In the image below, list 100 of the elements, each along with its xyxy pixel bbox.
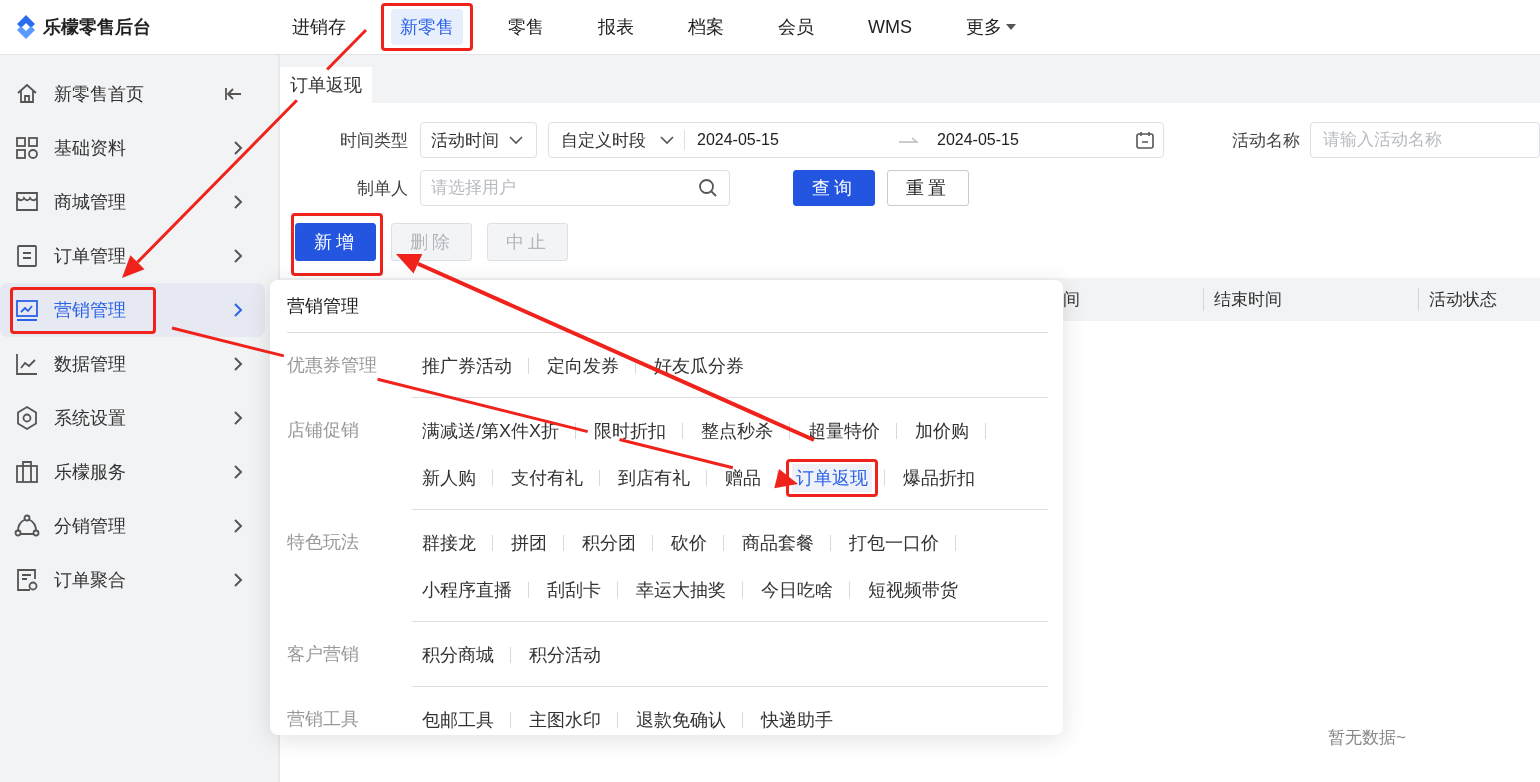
menu-title: 营销管理 — [287, 295, 359, 318]
range-mode-select[interactable]: 自定义时段 — [549, 130, 685, 150]
sidebar-label: 营销管理 — [54, 299, 126, 322]
sidebar-item[interactable]: 商城管理 — [0, 175, 265, 229]
sidebar-item[interactable]: 新零售首页 — [0, 67, 265, 121]
sidebar-label: 分销管理 — [54, 515, 126, 538]
menu-link[interactable]: 主图水印 — [525, 706, 605, 734]
search-icon — [698, 178, 718, 198]
menu-link[interactable]: 推广券活动 — [418, 352, 516, 380]
sidebar-item[interactable]: 订单聚合 — [0, 553, 265, 607]
chevron-right-icon — [233, 356, 243, 372]
menu-link[interactable]: 包邮工具 — [418, 706, 498, 734]
sidebar-label: 乐檬服务 — [54, 461, 126, 484]
chevron-right-icon — [233, 410, 243, 426]
chevron-right-icon — [233, 302, 243, 318]
chevron-right-icon — [233, 572, 243, 588]
chevron-down-icon — [509, 135, 523, 145]
sidebar-item[interactable]: 基础资料 — [0, 121, 265, 175]
field-label: 活动名称 — [1231, 129, 1300, 152]
grid-icon — [14, 135, 40, 161]
menu-link[interactable]: 退款免确认 — [632, 706, 730, 734]
menu-link[interactable]: 支付有礼 — [507, 464, 587, 492]
briefcase-icon — [14, 459, 40, 485]
sidebar-label: 基础资料 — [54, 137, 126, 160]
menu-link[interactable]: 加价购 — [911, 417, 973, 445]
action-button[interactable]: 新增 — [295, 223, 376, 261]
group-label: 客户营销 — [287, 643, 360, 666]
menu-link[interactable]: 打包一口价 — [845, 529, 943, 557]
chevron-right-icon — [233, 464, 243, 480]
menu-link[interactable]: 幸运大抽奖 — [632, 576, 730, 604]
nav-tab[interactable]: 进销存 — [283, 9, 355, 45]
end-date: 2024-05-15 — [937, 131, 1020, 149]
menu-link[interactable]: 订单返现 — [792, 464, 872, 492]
page-tab[interactable]: 订单返现 — [280, 67, 372, 103]
menu-link[interactable]: 小程序直播 — [418, 576, 516, 604]
menu-link[interactable]: 新人购 — [418, 464, 480, 492]
activity-name-input[interactable]: 请输入活动名称 — [1310, 122, 1540, 158]
calendar-icon — [1135, 130, 1155, 150]
menu-link[interactable]: 限时折扣 — [590, 417, 670, 445]
chevron-down-icon — [660, 135, 674, 145]
network-icon — [14, 513, 40, 539]
sidebar-item[interactable]: 分销管理 — [0, 499, 265, 553]
app-title: 乐檬零售后台 — [43, 16, 151, 39]
line-chart-icon — [14, 351, 40, 377]
group-label: 店铺促销 — [287, 419, 360, 442]
menu-link[interactable]: 砍价 — [667, 529, 711, 557]
menu-link[interactable]: 快递助手 — [757, 706, 837, 734]
menu-link[interactable]: 积分商城 — [418, 641, 498, 669]
hexagon-icon — [14, 405, 40, 431]
menu-link[interactable]: 今日吃啥 — [757, 576, 837, 604]
sidebar-label: 数据管理 — [54, 353, 126, 376]
column-header: 结束时间 — [1203, 288, 1418, 311]
caret-down-icon — [1006, 24, 1016, 30]
menu-link[interactable]: 商品套餐 — [738, 529, 818, 557]
empty-message: 暂无数据~ — [1328, 728, 1406, 747]
date-range-field[interactable]: 自定义时段 2024-05-15 2024-05-15 — [548, 122, 1164, 158]
chevron-right-icon — [233, 194, 243, 210]
field-label: 制单人 — [356, 177, 408, 200]
nav-tab[interactable]: 新零售 — [391, 9, 463, 45]
sidebar-item[interactable]: 营销管理 — [0, 283, 265, 337]
collapse-icon[interactable] — [225, 87, 243, 101]
sidebar-label: 新零售首页 — [54, 83, 144, 106]
menu-link[interactable]: 爆品折扣 — [899, 464, 979, 492]
sidebar-label: 订单聚合 — [54, 569, 126, 592]
field-label: 时间类型 — [339, 129, 408, 152]
sidebar-label: 系统设置 — [54, 407, 126, 430]
menu-link[interactable]: 整点秒杀 — [697, 417, 777, 445]
creator-input[interactable]: 请选择用户 — [420, 170, 730, 206]
menu-link[interactable]: 积分团 — [578, 529, 640, 557]
sidebar-item[interactable]: 数据管理 — [0, 337, 265, 391]
logo-icon — [15, 15, 37, 39]
nav-tab[interactable]: WMS — [859, 10, 921, 44]
sidebar-item[interactable]: 订单管理 — [0, 229, 265, 283]
time-type-select[interactable]: 活动时间 — [420, 122, 537, 158]
menu-link[interactable]: 刮刮卡 — [543, 576, 605, 604]
menu-link[interactable]: 到店有礼 — [614, 464, 694, 492]
chevron-right-icon — [233, 518, 243, 534]
group-label: 特色玩法 — [287, 531, 360, 554]
menu-link[interactable]: 拼团 — [507, 529, 551, 557]
nav-tab[interactable]: 会员 — [769, 9, 823, 45]
group-label: 优惠券管理 — [287, 354, 378, 377]
menu-link[interactable]: 赠品 — [721, 464, 765, 492]
menu-link[interactable]: 满减送/第X件X折 — [418, 417, 563, 445]
menu-link[interactable]: 群接龙 — [418, 529, 480, 557]
menu-link[interactable]: 短视频带货 — [864, 576, 962, 604]
sidebar-item[interactable]: 系统设置 — [0, 391, 265, 445]
reset-button[interactable]: 重置 — [887, 170, 969, 206]
menu-link[interactable]: 定向发券 — [543, 352, 623, 380]
chevron-right-icon — [233, 248, 243, 264]
menu-link[interactable]: 超量特价 — [804, 417, 884, 445]
query-button[interactable]: 查询 — [793, 170, 875, 206]
nav-tab[interactable]: 档案 — [679, 9, 733, 45]
menu-link[interactable]: 积分活动 — [525, 641, 605, 669]
sidebar-item[interactable]: 乐檬服务 — [0, 445, 265, 499]
monitor-chart-icon — [14, 297, 40, 323]
nav-tab[interactable]: 报表 — [589, 9, 643, 45]
nav-tab[interactable]: 零售 — [499, 9, 553, 45]
nav-tab[interactable]: 更多 — [957, 9, 1025, 45]
group-label: 营销工具 — [287, 708, 360, 731]
column-header: 活动状态 — [1418, 288, 1497, 311]
